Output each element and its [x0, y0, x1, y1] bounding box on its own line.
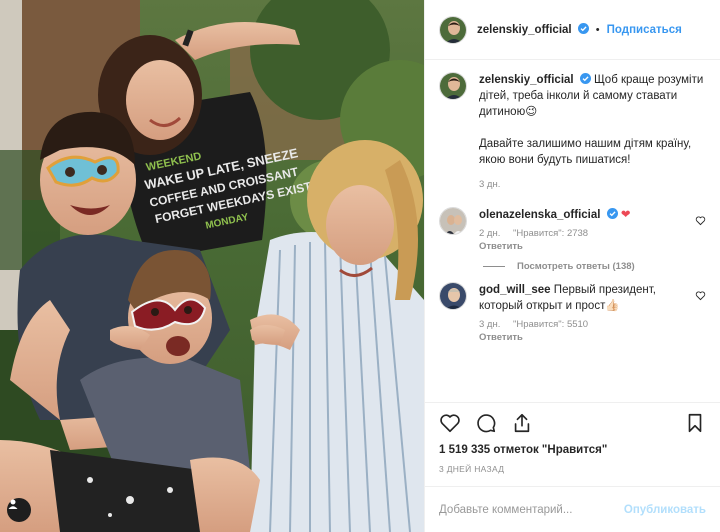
comment-heart-icon[interactable]	[695, 215, 706, 226]
publish-button[interactable]: Опубликовать	[624, 504, 706, 516]
replies-divider-line	[483, 266, 505, 267]
post-header: zelenskiy_official • Подписаться	[425, 0, 720, 60]
family-photo-illustration: WEEKEND WAKE UP LATE, SNEEZE COFFEE AND …	[0, 0, 424, 532]
comments-list: zelenskiy_official Щоб краще розуміти ді…	[425, 60, 720, 402]
commenter-username[interactable]: god_will_see	[479, 284, 551, 296]
author-avatar[interactable]	[439, 15, 467, 44]
reply-button[interactable]: Ответить	[479, 331, 687, 344]
heart-icon[interactable]	[439, 412, 461, 434]
add-comment-bar: Добавьте комментарий... Опубликовать	[425, 486, 720, 532]
likes-count[interactable]: 1 519 335 отметок "Нравится"	[439, 443, 706, 457]
verified-badge-icon	[579, 73, 591, 84]
caption-author[interactable]: zelenskiy_official	[479, 74, 574, 86]
comment-item: god_will_see Первый президент, который о…	[439, 282, 706, 344]
caption-text-2: Давайте залишимо нашим дітям країну, яко…	[479, 138, 692, 166]
bookmark-icon[interactable]	[684, 412, 706, 434]
author-username[interactable]: zelenskiy_official	[477, 24, 572, 36]
separator-dot: •	[595, 24, 600, 36]
commenter-avatar[interactable]	[439, 207, 467, 235]
post-photo[interactable]: WEEKEND WAKE UP LATE, SNEEZE COFFEE AND …	[0, 0, 424, 532]
comment-icon[interactable]	[475, 412, 497, 434]
post-actions: 1 519 335 отметок "Нравится" 3 ДНЕЙ НАЗА…	[425, 402, 720, 474]
caption: zelenskiy_official Щоб краще розуміти ді…	[439, 72, 706, 191]
commenter-avatar[interactable]	[439, 282, 467, 310]
comment-input[interactable]: Добавьте комментарий...	[439, 504, 624, 516]
comment-time[interactable]: 3 дн.	[479, 319, 500, 330]
comment-likes[interactable]: "Нравится": 5510	[513, 319, 588, 330]
commenter-username[interactable]: olenazelenska_official	[479, 209, 600, 221]
view-replies-button[interactable]: Посмотреть ответы (138)	[483, 261, 706, 272]
comment-item: olenazelenska_official ❤ 2 дн. "Нравится…	[439, 207, 706, 253]
reply-button[interactable]: Ответить	[479, 240, 687, 253]
user-tag-icon[interactable]	[7, 498, 31, 522]
verified-badge-icon	[606, 208, 618, 219]
post-date[interactable]: 3 ДНЕЙ НАЗАД	[439, 464, 706, 474]
share-icon[interactable]	[511, 412, 533, 434]
view-replies-label: Посмотреть ответы (138)	[517, 261, 635, 272]
caption-author-avatar[interactable]	[439, 72, 467, 100]
follow-button[interactable]: Подписаться	[607, 24, 682, 36]
post-side-panel: zelenskiy_official • Подписаться zelensk…	[424, 0, 720, 532]
comment-time[interactable]: 2 дн.	[479, 228, 500, 239]
caption-time[interactable]: 3 дн.	[479, 178, 706, 191]
comment-likes[interactable]: "Нравится": 2738	[513, 228, 588, 239]
comment-heart-icon[interactable]	[695, 290, 706, 301]
comment-text: ❤	[620, 209, 631, 221]
verified-badge-icon	[577, 23, 589, 34]
